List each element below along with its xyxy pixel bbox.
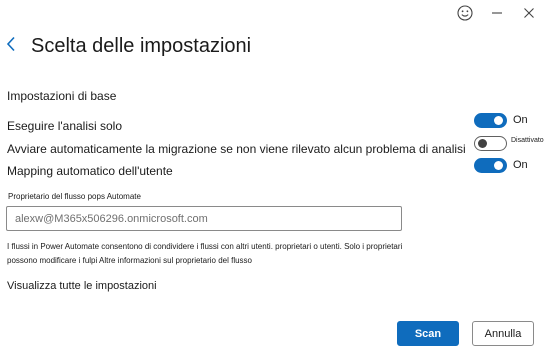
toggle-knob bbox=[494, 161, 503, 170]
cancel-button[interactable]: Annulla bbox=[472, 321, 534, 346]
auto-user-mapping-label: Mapping automatico dell'utente bbox=[7, 164, 173, 178]
analysis-only-toggle[interactable] bbox=[474, 113, 507, 128]
auto-migrate-state: Disattivato bbox=[511, 137, 544, 144]
close-icon[interactable] bbox=[520, 4, 538, 22]
auto-migrate-label: Avviare automaticamente la migrazione se… bbox=[7, 142, 466, 156]
toggle-knob bbox=[478, 139, 487, 148]
view-all-settings-link[interactable]: Visualizza tutte le impostazioni bbox=[7, 280, 157, 292]
flow-owner-info: I flussi in Power Automate consentono di… bbox=[7, 242, 403, 265]
auto-user-mapping-toggle[interactable] bbox=[474, 158, 507, 173]
toggle-knob bbox=[494, 116, 503, 125]
flow-owner-label: Proprietario del flusso pops Automate bbox=[8, 192, 141, 201]
analysis-only-label: Eseguire l'analisi solo bbox=[7, 119, 123, 133]
flow-owner-input[interactable] bbox=[6, 206, 402, 231]
section-label: Impostazioni di base bbox=[7, 89, 117, 103]
page-title: Scelta delle impostazioni bbox=[31, 35, 252, 57]
smiley-icon[interactable] bbox=[456, 4, 474, 22]
chevron-left-icon bbox=[6, 36, 16, 57]
auto-migrate-toggle[interactable] bbox=[474, 136, 507, 151]
minimize-icon[interactable] bbox=[488, 4, 506, 22]
analysis-only-state: On bbox=[513, 114, 528, 126]
auto-user-mapping-state: On bbox=[513, 159, 528, 171]
scan-button[interactable]: Scan bbox=[397, 321, 459, 346]
window-controls bbox=[456, 4, 538, 22]
back-button[interactable] bbox=[6, 36, 20, 56]
